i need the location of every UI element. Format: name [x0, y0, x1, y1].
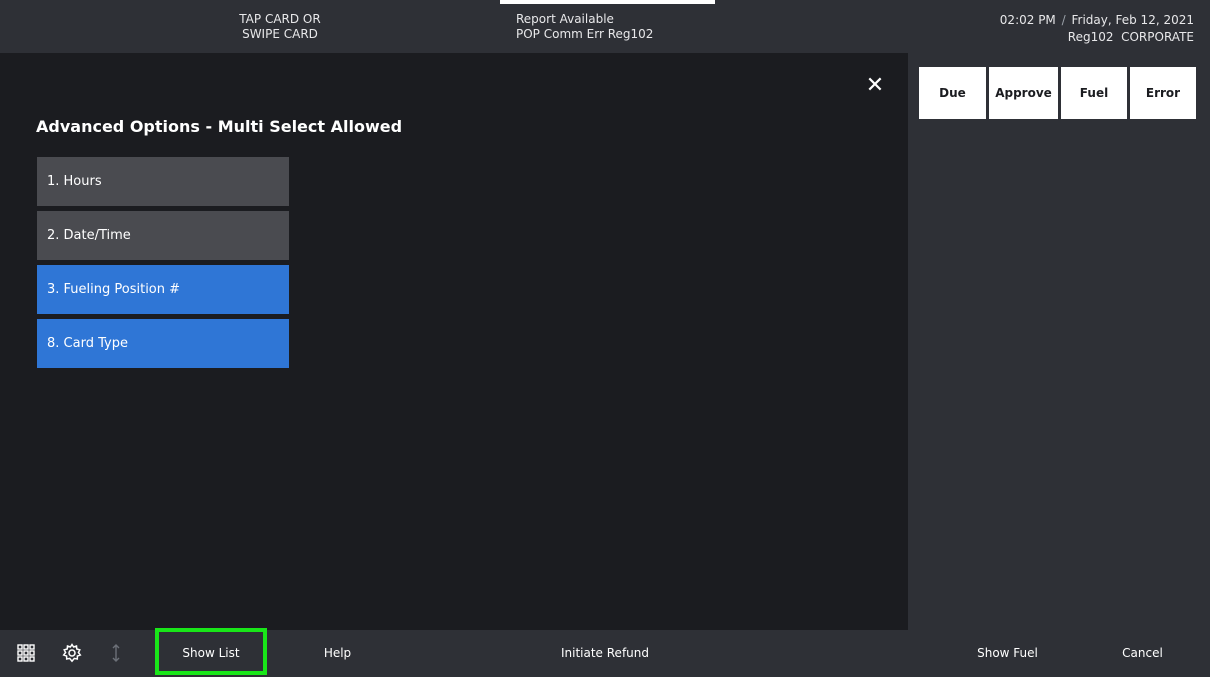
filter-fuel-button[interactable]: Fuel	[1061, 67, 1127, 119]
option-date-time[interactable]: 2. Date/Time	[37, 211, 289, 260]
grid-menu-icon[interactable]	[16, 643, 36, 663]
initiate-refund-button[interactable]: Initiate Refund	[540, 630, 670, 677]
site-name: CORPORATE	[1121, 30, 1194, 44]
bottom-action-bar: Show List Help Initiate Refund Show Fuel…	[0, 630, 1210, 677]
advanced-options-panel: ✕ Advanced Options - Multi Select Allowe…	[0, 53, 908, 630]
filter-due-button[interactable]: Due	[919, 67, 986, 119]
help-button[interactable]: Help	[300, 630, 375, 677]
card-prompt-line2: SWIPE CARD	[242, 27, 318, 41]
show-fuel-button[interactable]: Show Fuel	[960, 630, 1055, 677]
transaction-filter-panel: Due Approve Fuel Error	[908, 53, 1210, 630]
show-list-button[interactable]: Show List	[155, 630, 267, 677]
option-fueling-position[interactable]: 3. Fueling Position #	[37, 265, 289, 314]
page-title: Advanced Options - Multi Select Allowed	[36, 117, 403, 136]
active-tab-indicator	[500, 0, 715, 4]
clock-register-info: 02:02 PM / Friday, Feb 12, 2021 Reg102 C…	[1000, 12, 1194, 46]
status-message[interactable]: Report Available POP Comm Err Reg102	[516, 12, 653, 42]
sort-arrows-icon[interactable]	[106, 643, 126, 663]
options-list: 1. Hours 2. Date/Time 3. Fueling Positio…	[37, 157, 289, 373]
top-status-bar: TAP CARD OR SWIPE CARD Report Available …	[0, 0, 1210, 53]
filter-error-button[interactable]: Error	[1130, 67, 1196, 119]
time-date-separator: /	[1061, 13, 1066, 27]
filter-approve-button[interactable]: Approve	[989, 67, 1058, 119]
settings-icon[interactable]	[62, 643, 82, 663]
register-id: Reg102	[1067, 30, 1114, 44]
card-prompt-line1: TAP CARD OR	[239, 12, 321, 26]
option-card-type[interactable]: 8. Card Type	[37, 319, 289, 368]
time: 02:02 PM	[999, 13, 1056, 27]
date: Friday, Feb 12, 2021	[1071, 13, 1195, 27]
status-line2: POP Comm Err Reg102	[516, 27, 654, 41]
card-prompt: TAP CARD OR SWIPE CARD	[150, 12, 410, 42]
status-line1: Report Available	[516, 12, 614, 26]
option-hours[interactable]: 1. Hours	[37, 157, 289, 206]
filter-tabs: Due Approve Fuel Error	[919, 67, 1196, 119]
close-icon[interactable]: ✕	[862, 73, 888, 99]
cancel-button[interactable]: Cancel	[1105, 630, 1180, 677]
